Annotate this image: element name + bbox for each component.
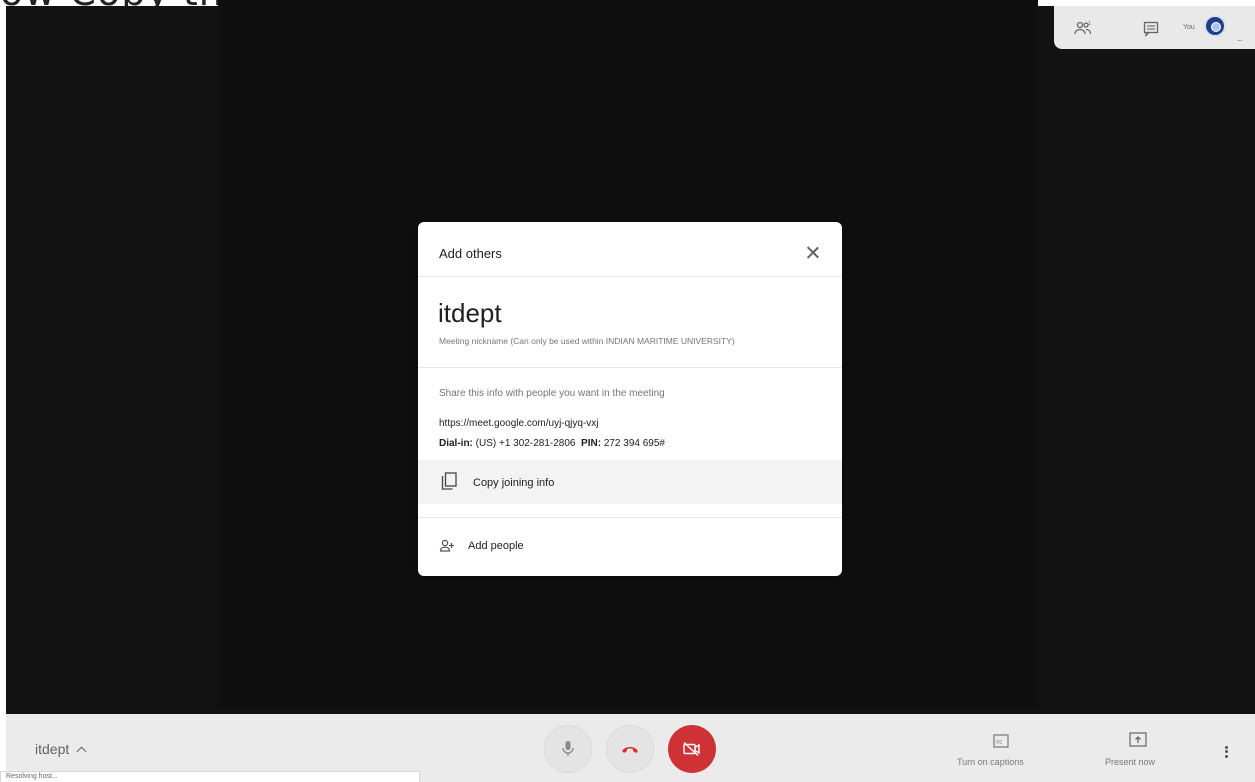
- meeting-link[interactable]: https://meet.google.com/uyj-qjyq-vxj: [439, 418, 599, 429]
- svg-text:cc: cc: [996, 740, 1002, 746]
- status-text: Resolving host...: [6, 773, 58, 780]
- meet-window: ow Copy the info display on the screen 1…: [0, 0, 1255, 782]
- dialog-header: Add others: [418, 222, 842, 277]
- camera-toggle-button[interactable]: [668, 725, 716, 773]
- dial-in-info: Dial-in: (US) +1 302-281-2806 PIN: 272 3…: [439, 438, 665, 449]
- present-now-button[interactable]: Present now: [1105, 757, 1155, 767]
- people-icon[interactable]: 1: [1071, 17, 1095, 41]
- microphone-icon: [562, 741, 574, 756]
- add-people-label: Add people: [468, 540, 524, 552]
- chevron-up-icon: [76, 746, 87, 756]
- turn-on-captions-button[interactable]: Turn on captions: [957, 757, 1024, 767]
- you-label: You: [1183, 24, 1195, 31]
- pin-label: PIN:: [581, 438, 602, 449]
- divider: [418, 517, 842, 518]
- copy-icon: [441, 472, 457, 490]
- camera-off-icon: [683, 741, 700, 757]
- microphone-button[interactable]: [544, 725, 592, 773]
- add-person-icon: [439, 539, 454, 552]
- pin-value: 272 394 695#: [603, 438, 665, 449]
- svg-text:1: 1: [1088, 21, 1091, 27]
- add-others-dialog: Add others itdept Meeting nickname (Can …: [418, 222, 842, 576]
- copy-joining-info-label: Copy joining info: [473, 477, 555, 489]
- more-options-icon[interactable]: [1221, 744, 1231, 760]
- leave-call-button[interactable]: [606, 725, 654, 773]
- close-icon[interactable]: [804, 244, 822, 262]
- nickname-note: Meeting nickname (Can only be used withi…: [439, 336, 735, 346]
- captions-icon[interactable]: cc: [990, 734, 1012, 750]
- meeting-name-label: itdept: [35, 741, 70, 757]
- meeting-nickname: itdept: [438, 298, 502, 328]
- speaking-indicator: ...: [1237, 33, 1242, 43]
- hang-up-icon: [622, 747, 638, 753]
- present-icon[interactable]: [1127, 732, 1149, 750]
- dialog-title: Add others: [439, 246, 502, 261]
- status-bar: [0, 771, 420, 782]
- chat-icon[interactable]: [1139, 17, 1163, 41]
- copy-joining-info-button[interactable]: Copy joining info: [418, 460, 842, 504]
- dial-in-label: Dial-in:: [439, 438, 473, 449]
- share-instruction: Share this info with people you want in …: [439, 388, 665, 399]
- add-people-button[interactable]: Add people: [418, 530, 842, 564]
- dial-in-number: (US) +1 302-281-2806: [475, 438, 576, 449]
- divider: [418, 367, 842, 368]
- avatar[interactable]: [1204, 15, 1226, 37]
- meeting-details-toggle[interactable]: itdept: [35, 741, 87, 757]
